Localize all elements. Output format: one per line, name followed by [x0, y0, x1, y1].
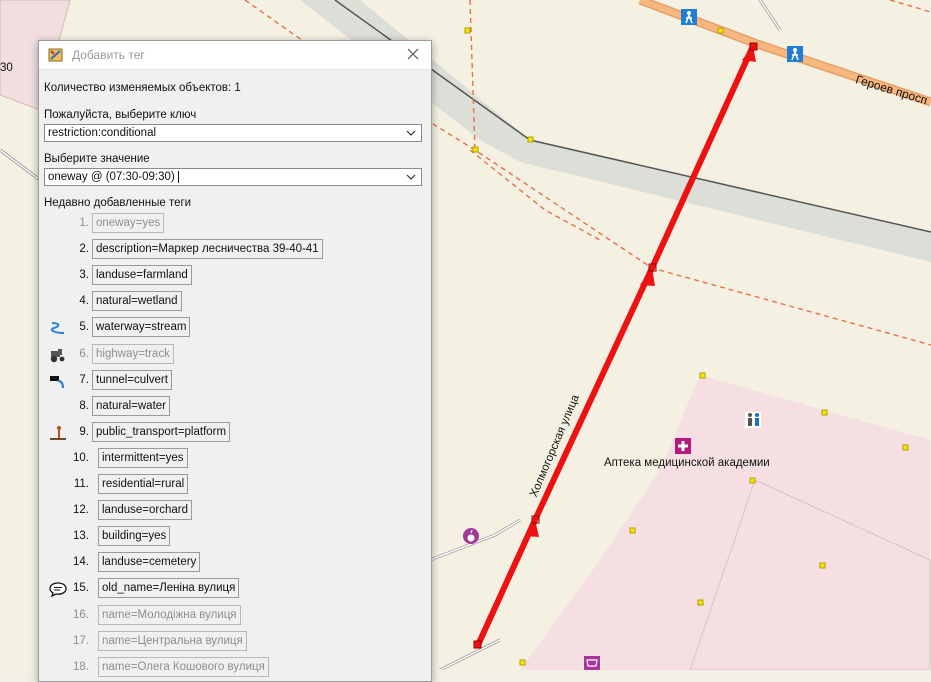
recent-tag-row[interactable]: 11. residential=rural: [39, 474, 431, 496]
recent-tags-label: Недавно добавленные теги: [44, 197, 192, 209]
recent-tag-button[interactable]: landuse=cemetery: [98, 552, 201, 572]
recent-tag-number: 18.: [73, 661, 89, 673]
josm-app-icon: [48, 48, 63, 62]
recent-tag-button[interactable]: residential=rural: [98, 474, 189, 494]
recent-tag-number: 13.: [73, 530, 89, 542]
recent-tag-number: 9.: [79, 426, 89, 438]
recent-tag-number: 11.: [73, 478, 89, 490]
recent-tag-button[interactable]: description=Маркер лесничества 39-40-41: [92, 239, 323, 259]
recent-tag-row[interactable]: 15. old_name=Леніна вулиця: [39, 578, 431, 600]
close-icon[interactable]: [405, 46, 421, 62]
recent-tag-row[interactable]: 4. natural=wetland: [39, 291, 431, 313]
pedestrian-crossing-icon: [681, 9, 697, 25]
recent-tag-row[interactable]: 2. description=Маркер лесничества 39-40-4…: [39, 239, 431, 261]
culvert-icon: [49, 373, 67, 389]
recent-tag-number: 4.: [79, 295, 89, 307]
add-tag-dialog: Добавить тег Количество изменяемых объек…: [38, 40, 432, 682]
key-value: restriction:conditional: [48, 127, 157, 139]
recent-tag-button[interactable]: old_name=Леніна вулиця: [98, 578, 240, 598]
chevron-down-icon[interactable]: [406, 173, 416, 181]
recent-tag-number: 3.: [79, 269, 89, 281]
recent-tag-number: 14.: [73, 556, 89, 568]
key-label: Пожалуйста, выберите ключ: [44, 109, 197, 121]
key-combobox[interactable]: restriction:conditional: [44, 124, 422, 142]
recent-tag-number: 8.: [79, 400, 89, 412]
recent-tag-button[interactable]: oneway=yes: [92, 213, 165, 233]
dialog-titlebar[interactable]: Добавить тег: [39, 41, 431, 70]
recent-tag-number: 16.: [73, 609, 89, 621]
recent-tag-number: 7.: [79, 374, 89, 386]
recent-tag-number: 15.: [73, 582, 89, 594]
recent-tag-row[interactable]: 3. landuse=farmland: [39, 265, 431, 287]
pharmacy-label: Аптека медицинской академии: [604, 457, 770, 469]
recent-tag-button[interactable]: landuse=orchard: [98, 500, 192, 520]
tractor-icon: [49, 347, 67, 363]
grocery-icon: [463, 528, 479, 544]
recent-tag-number: 1.: [79, 217, 89, 229]
recent-tag-row[interactable]: 18. name=Олега Кошового вулиця: [39, 657, 431, 679]
recent-tag-row[interactable]: 9. public_transport=platform: [39, 422, 431, 444]
value-input[interactable]: oneway @ (07:30-09:30): [48, 171, 175, 183]
recent-tag-row[interactable]: 7. tunnel=culvert: [39, 370, 431, 392]
stream-icon: [49, 320, 67, 336]
edge-label: 30: [0, 62, 13, 74]
shop-icon: [584, 656, 600, 670]
recent-tag-button[interactable]: name=Центральна вулиця: [98, 631, 247, 651]
objects-count-label: Количество изменяемых объектов: 1: [44, 82, 241, 94]
recent-tag-row[interactable]: 5. waterway=stream: [39, 317, 431, 339]
recent-tag-row[interactable]: 1. oneway=yes: [39, 213, 431, 235]
chevron-down-icon[interactable]: [406, 129, 416, 137]
recent-tag-button[interactable]: landuse=farmland: [92, 265, 192, 285]
recent-tag-button[interactable]: tunnel=culvert: [92, 370, 172, 390]
recent-tag-number: 10.: [73, 452, 89, 464]
recent-tag-row[interactable]: 8. natural=water: [39, 396, 431, 418]
recent-tag-button[interactable]: name=Молодіжна вулиця: [98, 605, 241, 625]
toilets-icon: [745, 412, 761, 428]
dialog-title: Добавить тег: [72, 48, 145, 62]
recent-tag-row[interactable]: 14. landuse=cemetery: [39, 552, 431, 574]
recent-tag-button[interactable]: public_transport=platform: [92, 422, 231, 442]
recent-tag-button[interactable]: building=yes: [98, 526, 171, 546]
value-combobox[interactable]: oneway @ (07:30-09:30): [44, 168, 422, 186]
speech-bubble-icon: [49, 581, 67, 598]
recent-tag-number: 17.: [73, 635, 89, 647]
recent-tag-row[interactable]: 17. name=Центральна вулиця: [39, 631, 431, 653]
recent-tag-row[interactable]: 6. highway=track: [39, 344, 431, 366]
recent-tag-button[interactable]: intermittent=yes: [98, 448, 188, 468]
recent-tag-number: 5.: [79, 321, 89, 333]
pharmacy-icon: [675, 438, 691, 454]
recent-tag-button[interactable]: waterway=stream: [92, 317, 191, 337]
recent-tag-button[interactable]: name=Олега Кошового вулиця: [98, 657, 269, 677]
recent-tag-number: 6.: [79, 348, 89, 360]
recent-tag-number: 2.: [79, 243, 89, 255]
recent-tag-number: 12.: [73, 504, 89, 516]
recent-tag-button[interactable]: natural=water: [92, 396, 170, 416]
value-label: Выберите значение: [44, 153, 150, 165]
recent-tag-row[interactable]: 13. building=yes: [39, 526, 431, 548]
recent-tag-row[interactable]: 10. intermittent=yes: [39, 448, 431, 470]
recent-tag-button[interactable]: natural=wetland: [92, 291, 182, 311]
platform-icon: [49, 425, 67, 441]
recent-tag-row[interactable]: 12. landuse=orchard: [39, 500, 431, 522]
recent-tag-row[interactable]: 16. name=Молодіжна вулиця: [39, 605, 431, 627]
pedestrian-crossing-icon: [787, 46, 803, 62]
recent-tag-button[interactable]: highway=track: [92, 344, 174, 364]
